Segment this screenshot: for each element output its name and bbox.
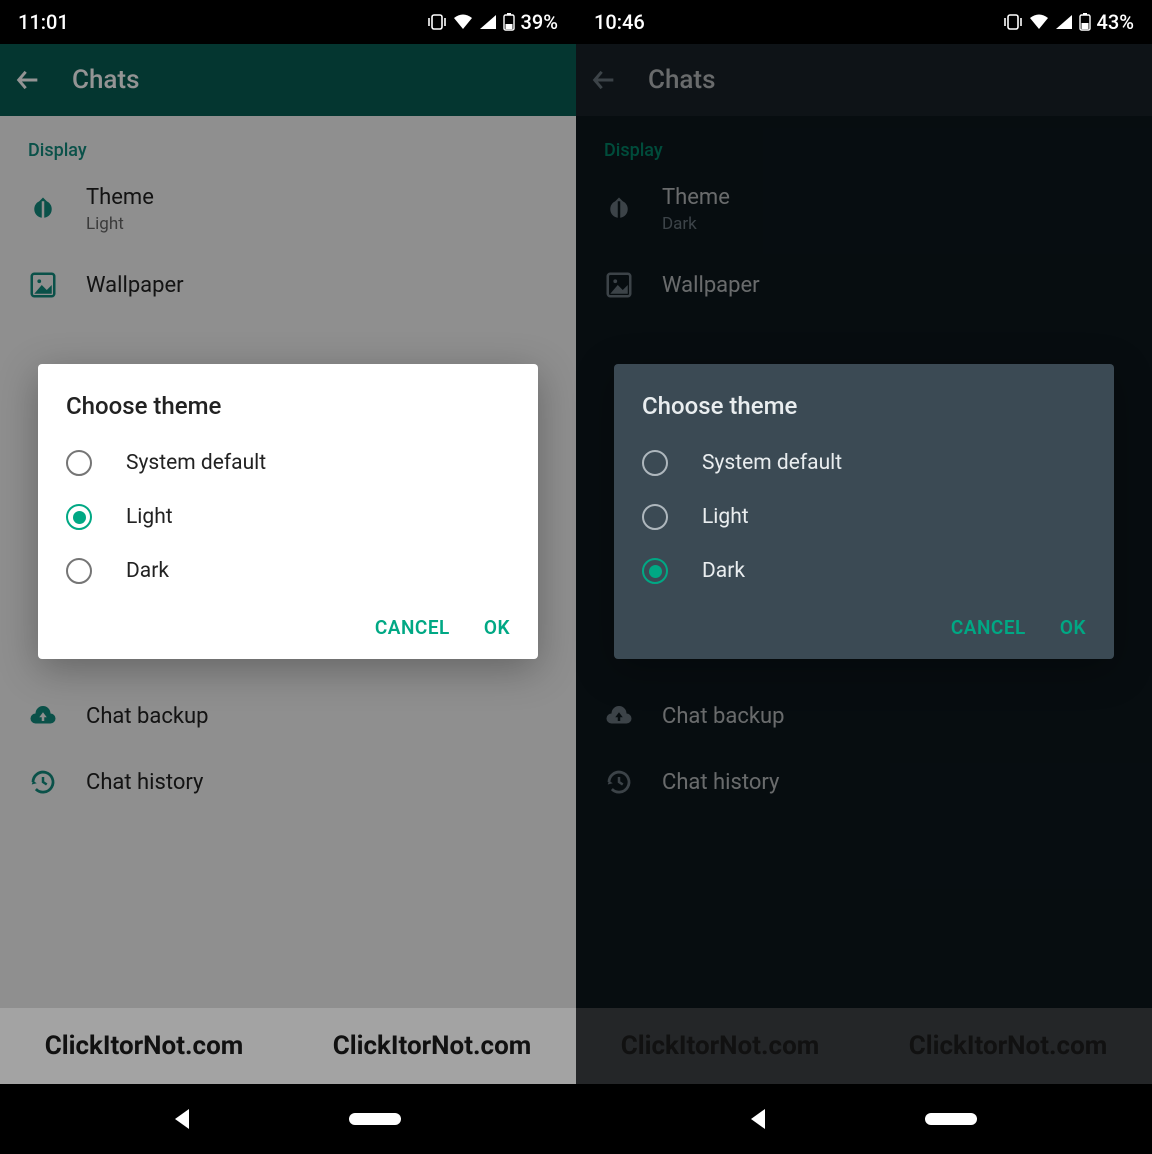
nav-bar	[0, 1084, 576, 1154]
battery-icon	[1079, 13, 1091, 31]
radio-label: Light	[702, 505, 749, 529]
chat-history-item[interactable]: Chat history	[576, 749, 1152, 815]
wifi-icon	[1029, 14, 1049, 30]
chat-history-item[interactable]: Chat history	[0, 749, 576, 815]
section-label-display: Display	[0, 116, 576, 167]
theme-title: Theme	[86, 185, 154, 210]
radio-icon	[642, 504, 668, 530]
nav-back-icon[interactable]	[751, 1109, 765, 1129]
signal-icon	[1055, 14, 1073, 30]
nav-back-icon[interactable]	[175, 1109, 189, 1129]
wallpaper-title: Wallpaper	[662, 273, 760, 298]
chat-backup-item[interactable]: Chat backup	[576, 683, 1152, 749]
app-body: Chats Display Theme Light Wallpaper App …	[0, 44, 576, 1084]
wallpaper-icon	[28, 270, 58, 300]
cloud-upload-icon	[604, 701, 634, 731]
back-icon[interactable]	[14, 66, 42, 94]
radio-dark[interactable]: Dark	[38, 544, 538, 598]
page-title: Chats	[72, 65, 139, 95]
section-label-display: Display	[576, 116, 1152, 167]
ok-button[interactable]: OK	[1060, 616, 1086, 639]
theme-value: Light	[86, 214, 154, 234]
page-title: Chats	[648, 65, 715, 95]
toolbar: Chats	[576, 44, 1152, 116]
ok-button[interactable]: OK	[484, 616, 510, 639]
vibrate-icon	[1003, 14, 1023, 30]
theme-dialog: Choose theme System default Light Dark C…	[38, 364, 538, 659]
dialog-title: Choose theme	[614, 392, 1114, 436]
nav-home-pill[interactable]	[349, 1113, 401, 1125]
theme-item[interactable]: Theme Dark	[576, 167, 1152, 252]
radio-icon	[642, 558, 668, 584]
dialog-title: Choose theme	[38, 392, 538, 436]
theme-value: Dark	[662, 214, 730, 234]
status-icons: 39%	[427, 10, 558, 34]
radio-system-default[interactable]: System default	[614, 436, 1114, 490]
chat-history-title: Chat history	[662, 770, 779, 795]
radio-dark[interactable]: Dark	[614, 544, 1114, 598]
status-icons: 43%	[1003, 10, 1134, 34]
status-bar: 10:46 43%	[576, 0, 1152, 44]
radio-icon	[66, 504, 92, 530]
wallpaper-item[interactable]: Wallpaper	[0, 252, 576, 318]
wallpaper-title: Wallpaper	[86, 273, 184, 298]
cancel-button[interactable]: CANCEL	[951, 616, 1026, 639]
history-icon	[604, 767, 634, 797]
theme-dialog: Choose theme System default Light Dark C…	[614, 364, 1114, 659]
app-body: Chats Display Theme Dark Wallpaper App L…	[576, 44, 1152, 1084]
radio-label: Dark	[702, 559, 745, 583]
status-time: 10:46	[594, 10, 645, 34]
radio-light[interactable]: Light	[614, 490, 1114, 544]
chat-backup-item[interactable]: Chat backup	[0, 683, 576, 749]
chat-history-title: Chat history	[86, 770, 203, 795]
radio-label: System default	[702, 451, 842, 475]
radio-system-default[interactable]: System default	[38, 436, 538, 490]
wallpaper-item[interactable]: Wallpaper	[576, 252, 1152, 318]
nav-bar	[576, 1084, 1152, 1154]
toolbar: Chats	[0, 44, 576, 116]
radio-icon	[66, 558, 92, 584]
signal-icon	[479, 14, 497, 30]
status-battery-text: 39%	[521, 10, 558, 34]
wifi-icon	[453, 14, 473, 30]
phone-screenshot-light: 11:01 39% Chats Display Theme Light Wall…	[0, 0, 576, 1154]
chat-backup-title: Chat backup	[86, 704, 209, 729]
theme-item[interactable]: Theme Light	[0, 167, 576, 252]
radio-light[interactable]: Light	[38, 490, 538, 544]
radio-label: Dark	[126, 559, 169, 583]
nav-home-pill[interactable]	[925, 1113, 977, 1125]
history-icon	[28, 767, 58, 797]
vibrate-icon	[427, 14, 447, 30]
theme-icon	[604, 195, 634, 225]
cloud-upload-icon	[28, 701, 58, 731]
chat-backup-title: Chat backup	[662, 704, 785, 729]
status-bar: 11:01 39%	[0, 0, 576, 44]
radio-icon	[642, 450, 668, 476]
back-icon[interactable]	[590, 66, 618, 94]
radio-label: Light	[126, 505, 173, 529]
theme-title: Theme	[662, 185, 730, 210]
radio-icon	[66, 450, 92, 476]
radio-label: System default	[126, 451, 266, 475]
phone-screenshot-dark: 10:46 43% Chats Display Theme Dark Wallp…	[576, 0, 1152, 1154]
battery-icon	[503, 13, 515, 31]
wallpaper-icon	[604, 270, 634, 300]
status-battery-text: 43%	[1097, 10, 1134, 34]
status-time: 11:01	[18, 10, 69, 34]
cancel-button[interactable]: CANCEL	[375, 616, 450, 639]
theme-icon	[28, 195, 58, 225]
